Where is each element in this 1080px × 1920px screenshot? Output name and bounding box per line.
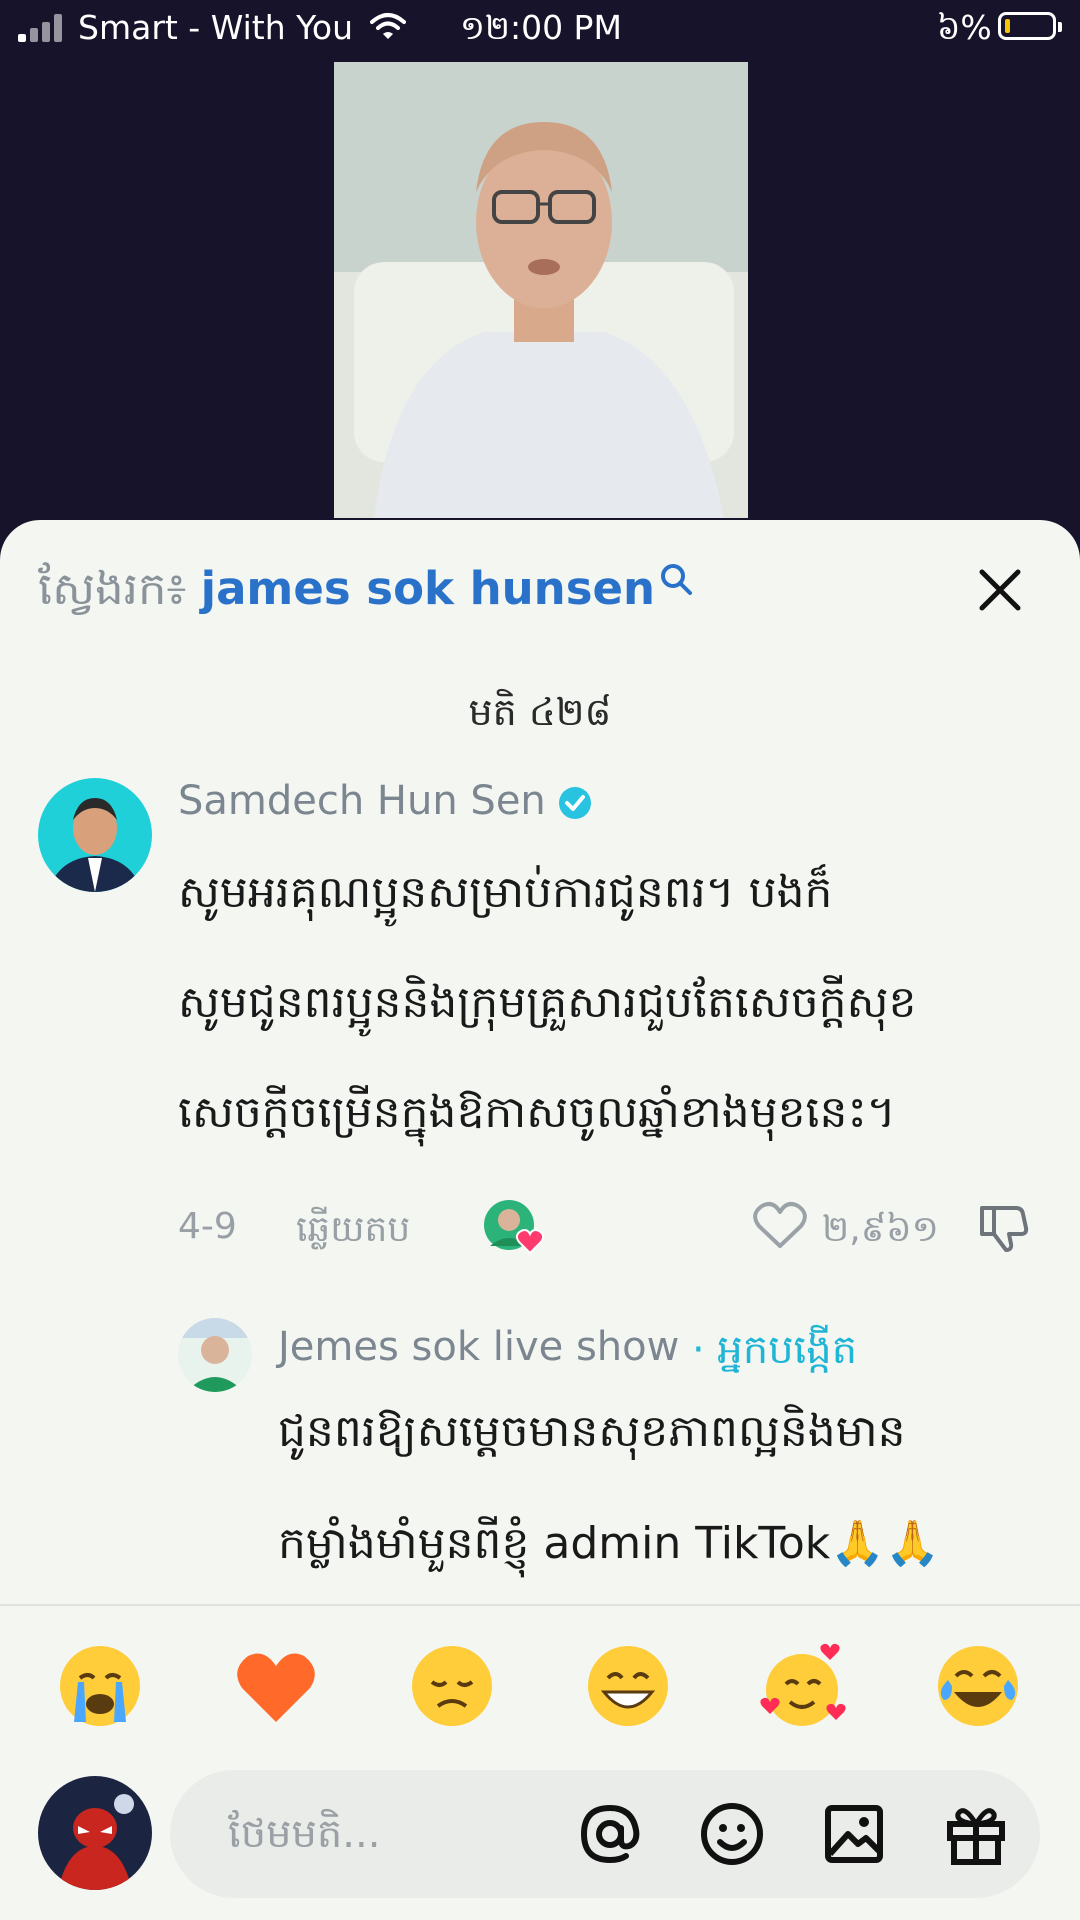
- emoji-picker-icon[interactable]: [696, 1798, 768, 1870]
- comment-text: សូមអរគុណប្អូនសម្រាប់ការជូនពរ។ បងក៏ សូមជូ…: [178, 838, 916, 1168]
- avatar[interactable]: [38, 778, 152, 892]
- comments-count: មតិ ៤២៨: [468, 690, 612, 734]
- signal-icon: [18, 14, 68, 42]
- live-video-preview[interactable]: [334, 62, 748, 518]
- comment-line: សូមជូនពរប្អូននិងក្រុមគ្រួសារជួបតែសេចក្តី…: [178, 977, 917, 1028]
- clock: ១២:00 PM: [460, 8, 622, 47]
- comment-placeholder: ថែមមតិ...: [228, 1811, 381, 1857]
- dislike-icon[interactable]: [976, 1200, 1030, 1254]
- mention-icon[interactable]: [574, 1798, 646, 1870]
- comment-input[interactable]: ថែមមតិ...: [170, 1770, 1040, 1898]
- tears-of-joy-emoji[interactable]: [934, 1642, 1022, 1730]
- status-bar: Smart - With You ១២:00 PM ៦%: [0, 0, 1080, 58]
- my-avatar[interactable]: [38, 1776, 152, 1890]
- crying-face-emoji[interactable]: [56, 1642, 144, 1730]
- search-term[interactable]: james sok hunsen: [201, 562, 655, 615]
- comment-line: សូមអរគុណប្អូនសម្រាប់ការជូនពរ។ បងក៏: [178, 867, 833, 918]
- like-heart-icon[interactable]: [752, 1200, 808, 1250]
- image-icon[interactable]: [818, 1798, 890, 1870]
- comment-date: 4-9: [178, 1206, 237, 1247]
- divider: [0, 1604, 1080, 1606]
- search-icon: [661, 564, 693, 595]
- reply-author[interactable]: Jemes sok live show: [278, 1324, 679, 1370]
- carrier-name: Smart - With You: [78, 8, 354, 47]
- comments-sheet: ស្វែងរក៖ james sok hunsen មតិ ៤២៨ Samdec…: [0, 520, 1080, 1920]
- battery-percent: ៦%: [937, 8, 992, 47]
- gift-icon[interactable]: [940, 1798, 1012, 1870]
- reply-line: កម្លាំងមាំមួនពីខ្ញុំ admin TikTok🙏🙏: [278, 1518, 940, 1569]
- smiling-face-with-hearts-emoji[interactable]: [758, 1642, 846, 1730]
- reply-line: ជូនពរឱ្យសម្តេចមានសុខភាពល្អនិងមាន: [278, 1406, 906, 1457]
- orange-heart-emoji[interactable]: [232, 1642, 320, 1730]
- like-count: ២,៩៦១: [822, 1209, 939, 1250]
- verified-badge-icon: [559, 787, 591, 819]
- reply-text: ជូនពរឱ្យសម្តេចមានសុខភាពល្អនិងមាន កម្លាំង…: [278, 1376, 940, 1600]
- grinning-face-emoji[interactable]: [584, 1642, 672, 1730]
- creator-liked-badge: [484, 1200, 544, 1260]
- search-label: ស្វែងរក៖: [38, 562, 187, 615]
- comment-line: សេចក្តីចម្រើនក្នុងឱកាសចូលឆ្នាំខាងមុខនេះ។: [178, 1087, 896, 1138]
- wifi-icon: [370, 13, 406, 39]
- creator-badge: · អ្នកបង្កើត: [692, 1327, 858, 1373]
- reply-avatar[interactable]: [178, 1318, 252, 1392]
- battery-icon: [998, 12, 1062, 40]
- search-suggestion[interactable]: ស្វែងរក៖ james sok hunsen: [38, 560, 693, 626]
- close-icon[interactable]: [970, 560, 1030, 620]
- disappointed-face-emoji[interactable]: [408, 1642, 496, 1730]
- heart-icon: [516, 1229, 544, 1254]
- comment-author[interactable]: Samdech Hun Sen: [178, 778, 546, 824]
- reply-button[interactable]: ឆ្លើយតប: [296, 1206, 410, 1259]
